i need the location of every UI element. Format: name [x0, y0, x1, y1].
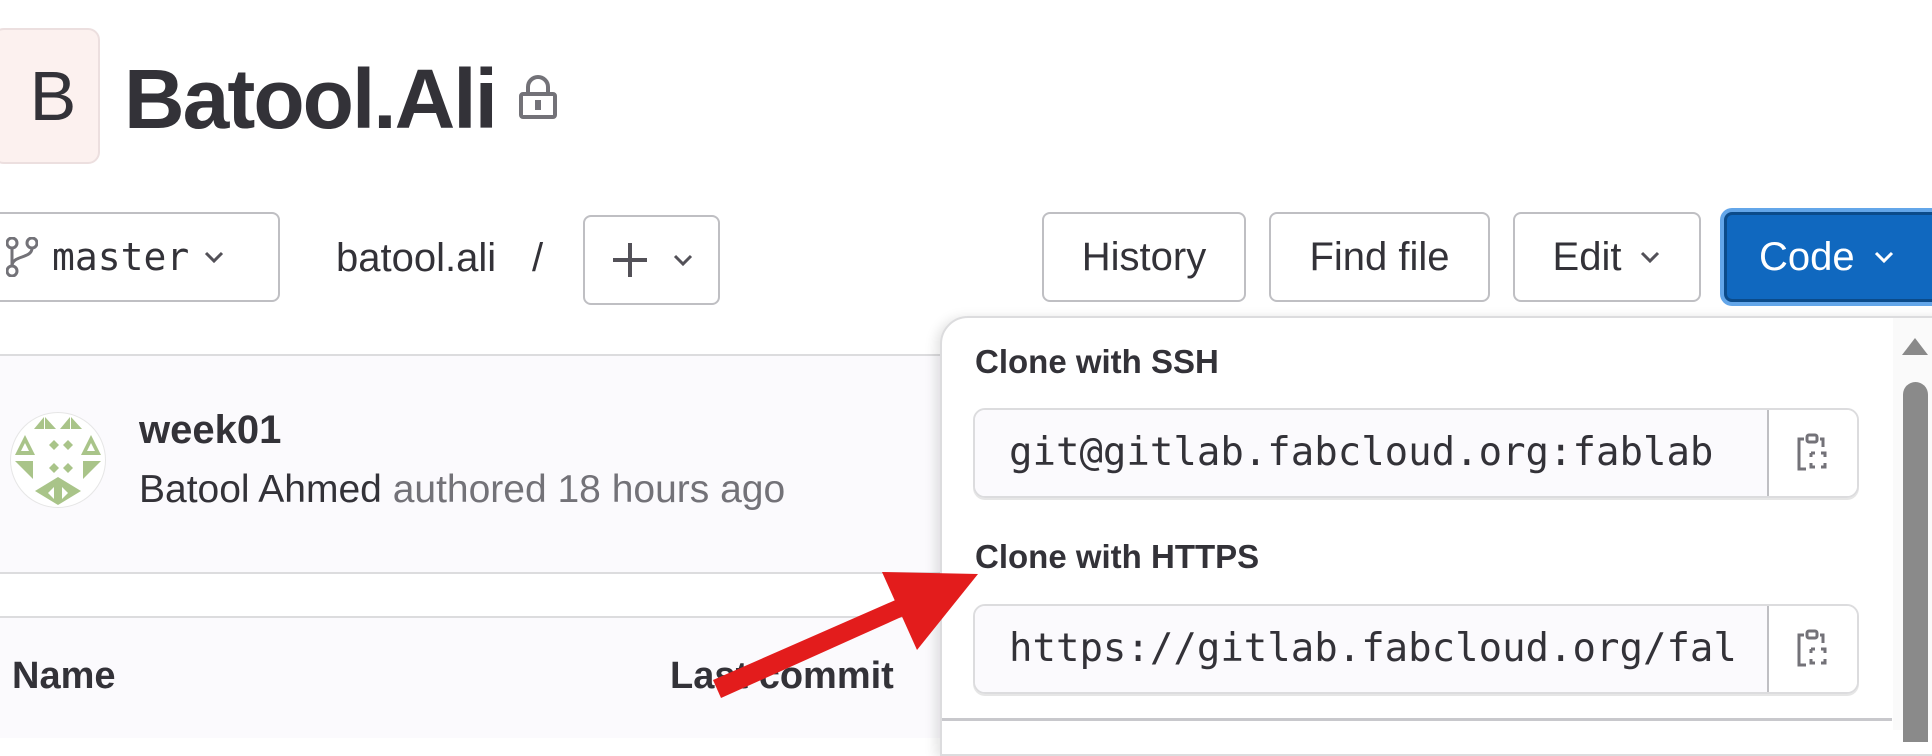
history-button-label: History [1081, 234, 1207, 279]
scrollbar-thumb[interactable] [1903, 382, 1928, 742]
code-dropdown-button[interactable]: Code [1724, 212, 1932, 302]
chevron-down-icon [1874, 251, 1893, 264]
branch-selector[interactable]: master [0, 212, 280, 302]
author-avatar[interactable] [10, 412, 106, 508]
plus-icon [612, 243, 647, 277]
breadcrumb-separator: / [532, 236, 544, 280]
commit-title-link[interactable]: week01 [139, 400, 281, 460]
chevron-down-icon [673, 254, 692, 267]
clone-https-label: Clone with HTTPS [975, 538, 1260, 575]
project-title: Batool.Ali [124, 52, 498, 146]
copy-to-clipboard-icon [1797, 629, 1827, 667]
chevron-down-icon [1641, 251, 1660, 264]
edit-dropdown-label: Edit [1552, 234, 1622, 279]
find-file-button[interactable]: Find file [1269, 212, 1490, 302]
clone-ssh-label: Clone with SSH [975, 343, 1219, 380]
commit-meta: Batool Ahmed authored 18 hours ago [139, 460, 785, 520]
copy-ssh-url-button[interactable] [1767, 410, 1857, 496]
add-file-dropdown[interactable] [583, 215, 720, 305]
git-branch-icon [6, 237, 38, 277]
chevron-down-icon [205, 251, 224, 264]
clone-ssh-url-input[interactable] [975, 410, 1767, 496]
commit-author-link[interactable]: Batool Ahmed [139, 468, 382, 511]
edit-dropdown[interactable]: Edit [1513, 212, 1701, 302]
copy-to-clipboard-icon [1797, 433, 1827, 471]
copy-https-url-button[interactable] [1767, 606, 1857, 692]
clone-ssh-group [973, 408, 1859, 498]
dropdown-divider [942, 718, 1892, 721]
commit-time: authored 18 hours ago [392, 468, 786, 511]
find-file-button-label: Find file [1309, 234, 1450, 279]
branch-name: master [52, 235, 190, 279]
column-header-last-commit: Last commit [670, 655, 894, 697]
project-avatar: B [0, 28, 100, 164]
project-avatar-letter: B [29, 57, 77, 135]
clone-https-url-input[interactable] [975, 606, 1767, 692]
column-header-name: Name [12, 655, 116, 697]
code-button-label: Code [1759, 234, 1855, 279]
lock-icon [519, 75, 557, 119]
scroll-up-arrow-icon[interactable] [1902, 338, 1928, 355]
history-button[interactable]: History [1042, 212, 1246, 302]
breadcrumb-project[interactable]: batool.ali [336, 228, 496, 288]
clone-https-group [973, 604, 1859, 694]
